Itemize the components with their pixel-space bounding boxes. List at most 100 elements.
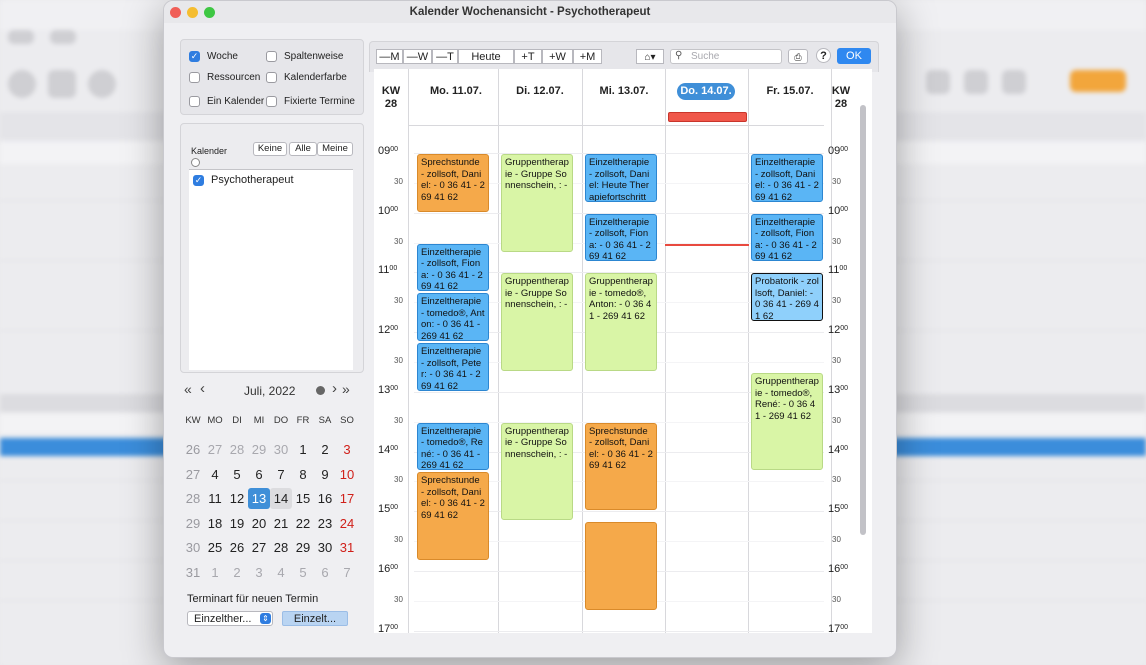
- appointment[interactable]: Einzeltherapie - zollsoft, Daniel: - 0 3…: [751, 154, 823, 202]
- all-day-event[interactable]: [668, 112, 747, 122]
- mini-calendar-header: SO: [340, 415, 354, 426]
- help-button[interactable]: ?: [816, 48, 831, 63]
- appointment[interactable]: Einzeltherapie - zollsoft, Peter: - 0 36…: [417, 343, 489, 391]
- meine-button[interactable]: Meine: [317, 142, 353, 156]
- appointment[interactable]: Einzeltherapie - zollsoft, Daniel: Heute…: [585, 154, 657, 202]
- appointment[interactable]: Gruppentherapie - tomedo®, Anton: - 0 36…: [585, 273, 657, 372]
- calendar-item-psychotherapeut[interactable]: ✓ Psychotherapeut: [193, 174, 294, 186]
- mini-calendar-day[interactable]: 17: [336, 488, 358, 509]
- mini-calendar-day[interactable]: 30: [314, 537, 336, 558]
- mini-calendar-day[interactable]: 8: [292, 464, 314, 485]
- mini-calendar-day[interactable]: 9: [314, 464, 336, 485]
- day-header-1[interactable]: Di. 12.07.: [498, 85, 582, 97]
- mini-calendar-day[interactable]: 2: [226, 562, 248, 583]
- mini-calendar-day[interactable]: 5: [292, 562, 314, 583]
- home-menu-button[interactable]: ⌂▾: [636, 49, 664, 64]
- mini-calendar-day[interactable]: 15: [292, 488, 314, 509]
- mini-calendar-day[interactable]: 7: [270, 464, 292, 485]
- appt-type-button[interactable]: Einzelt...: [282, 611, 348, 626]
- mini-calendar-day[interactable]: 6: [314, 562, 336, 583]
- plus-month-button[interactable]: +M: [573, 49, 602, 64]
- day-header-4[interactable]: Fr. 15.07.: [748, 85, 832, 97]
- mini-calendar-day[interactable]: 26: [226, 537, 248, 558]
- mini-calendar-day[interactable]: 16: [314, 488, 336, 509]
- day-header-0[interactable]: Mo. 11.07.: [414, 85, 498, 97]
- minus-month-button[interactable]: —M: [376, 49, 403, 64]
- mini-calendar-day[interactable]: 27: [204, 439, 226, 460]
- mini-calendar-day[interactable]: 4: [204, 464, 226, 485]
- mini-calendar-day[interactable]: 23: [314, 513, 336, 534]
- double-chevron-right-icon[interactable]: »: [342, 381, 350, 397]
- mini-calendar-day[interactable]: 1: [204, 562, 226, 583]
- today-button[interactable]: Heute: [458, 49, 514, 64]
- print-button[interactable]: ⎙: [788, 49, 808, 64]
- appointment[interactable]: Probatorik - zollsoft, Daniel: - 0 36 41…: [751, 273, 823, 321]
- mini-calendar-day[interactable]: 5: [226, 464, 248, 485]
- mini-calendar-day[interactable]: 31: [336, 537, 358, 558]
- appointment[interactable]: Gruppentherapie - tomedo®, René: - 0 36 …: [751, 373, 823, 471]
- ok-button[interactable]: OK: [837, 48, 871, 64]
- keine-button[interactable]: Keine: [253, 142, 287, 156]
- mini-calendar-day[interactable]: 4: [270, 562, 292, 583]
- mini-calendar-day[interactable]: 1: [292, 439, 314, 460]
- mini-calendar-day[interactable]: 25: [204, 537, 226, 558]
- mini-calendar-day[interactable]: 22: [292, 513, 314, 534]
- chevron-right-icon[interactable]: ›: [332, 380, 337, 397]
- option-spaltenweise[interactable]: Spaltenweise: [266, 51, 343, 62]
- appointment[interactable]: Gruppentherapie - Gruppe Sonnenschein, :…: [501, 273, 573, 372]
- appointment[interactable]: Einzeltherapie - zollsoft, Fiona: - 0 36…: [417, 243, 489, 292]
- option-fixierte-termine[interactable]: Fixierte Termine: [266, 96, 355, 107]
- half-hour-label: 30: [394, 535, 403, 545]
- appointment[interactable]: Einzeltherapie - tomedo®, Anton: - 0 36 …: [417, 293, 489, 342]
- mini-calendar-day[interactable]: 12: [226, 488, 248, 509]
- mini-calendar-day[interactable]: 7: [336, 562, 358, 583]
- appointment[interactable]: Einzeltherapie - tomedo®, René: - 0 36 4…: [417, 422, 489, 471]
- mini-calendar-day[interactable]: 3: [248, 562, 270, 583]
- plus-week-button[interactable]: +W: [542, 49, 573, 64]
- mini-calendar-day[interactable]: 20: [248, 513, 270, 534]
- mini-calendar-day[interactable]: 18: [204, 513, 226, 534]
- scrollbar-thumb[interactable]: [860, 105, 866, 535]
- chevron-left-icon[interactable]: ‹: [200, 380, 205, 397]
- plus-day-button[interactable]: +T: [514, 49, 542, 64]
- appointment[interactable]: Sprechstunde - zollsoft, Daniel: - 0 36 …: [417, 472, 489, 560]
- day-header-3[interactable]: Do. 14.07.: [677, 83, 735, 100]
- half-hour-label: 30: [394, 296, 403, 306]
- appointment[interactable]: Gruppentherapie - Gruppe Sonnenschein, :…: [501, 154, 573, 252]
- mini-calendar-day[interactable]: 21: [270, 513, 292, 534]
- minus-week-button[interactable]: —W: [403, 49, 432, 64]
- mini-calendar-day[interactable]: 28: [226, 439, 248, 460]
- appointment[interactable]: Gruppentherapie - Gruppe Sonnenschein, :…: [501, 422, 573, 521]
- minus-day-button[interactable]: —T: [432, 49, 458, 64]
- appointment[interactable]: [585, 522, 657, 610]
- mini-calendar-day[interactable]: 3: [336, 439, 358, 460]
- search-input[interactable]: ⚲ Suche: [670, 49, 782, 64]
- scrollbar-track[interactable]: [859, 99, 867, 633]
- mini-calendar-day[interactable]: 27: [248, 537, 270, 558]
- mini-calendar-day[interactable]: 29: [248, 439, 270, 460]
- mini-calendar-day[interactable]: 10: [336, 464, 358, 485]
- mini-calendar-day[interactable]: 24: [336, 513, 358, 534]
- mini-calendar-day[interactable]: 11: [204, 488, 226, 509]
- appointment[interactable]: Einzeltherapie - zollsoft, Fiona: - 0 36…: [751, 213, 823, 262]
- mini-calendar-day[interactable]: 14: [270, 488, 292, 510]
- appointment[interactable]: Sprechstunde - zollsoft, Daniel: - 0 36 …: [417, 154, 489, 212]
- mini-calendar-day[interactable]: 28: [270, 537, 292, 558]
- mini-calendar-day[interactable]: 13: [248, 488, 270, 510]
- appointment[interactable]: Einzeltherapie - zollsoft, Fiona: - 0 36…: [585, 213, 657, 262]
- appointment[interactable]: Sprechstunde - zollsoft, Daniel: - 0 36 …: [585, 422, 657, 511]
- mini-calendar-day[interactable]: 19: [226, 513, 248, 534]
- today-dot-icon[interactable]: [316, 386, 325, 395]
- mini-calendar-day[interactable]: 30: [270, 439, 292, 460]
- alle-button[interactable]: Alle: [289, 142, 317, 156]
- option-kalenderfarbe[interactable]: Kalenderfarbe: [266, 72, 347, 83]
- day-header-2[interactable]: Mi. 13.07.: [582, 85, 666, 97]
- mini-calendar-day[interactable]: 6: [248, 464, 270, 485]
- option-woche[interactable]: ✓ Woche: [189, 51, 238, 62]
- mini-calendar-day[interactable]: 29: [292, 537, 314, 558]
- double-chevron-left-icon[interactable]: «: [184, 381, 192, 397]
- mini-calendar-day[interactable]: 2: [314, 439, 336, 460]
- option-ressourcen[interactable]: Ressourcen: [189, 72, 260, 83]
- option-ein-kalender[interactable]: Ein Kalender: [189, 96, 264, 107]
- appt-type-select[interactable]: Einzelther... ⇕: [187, 611, 273, 626]
